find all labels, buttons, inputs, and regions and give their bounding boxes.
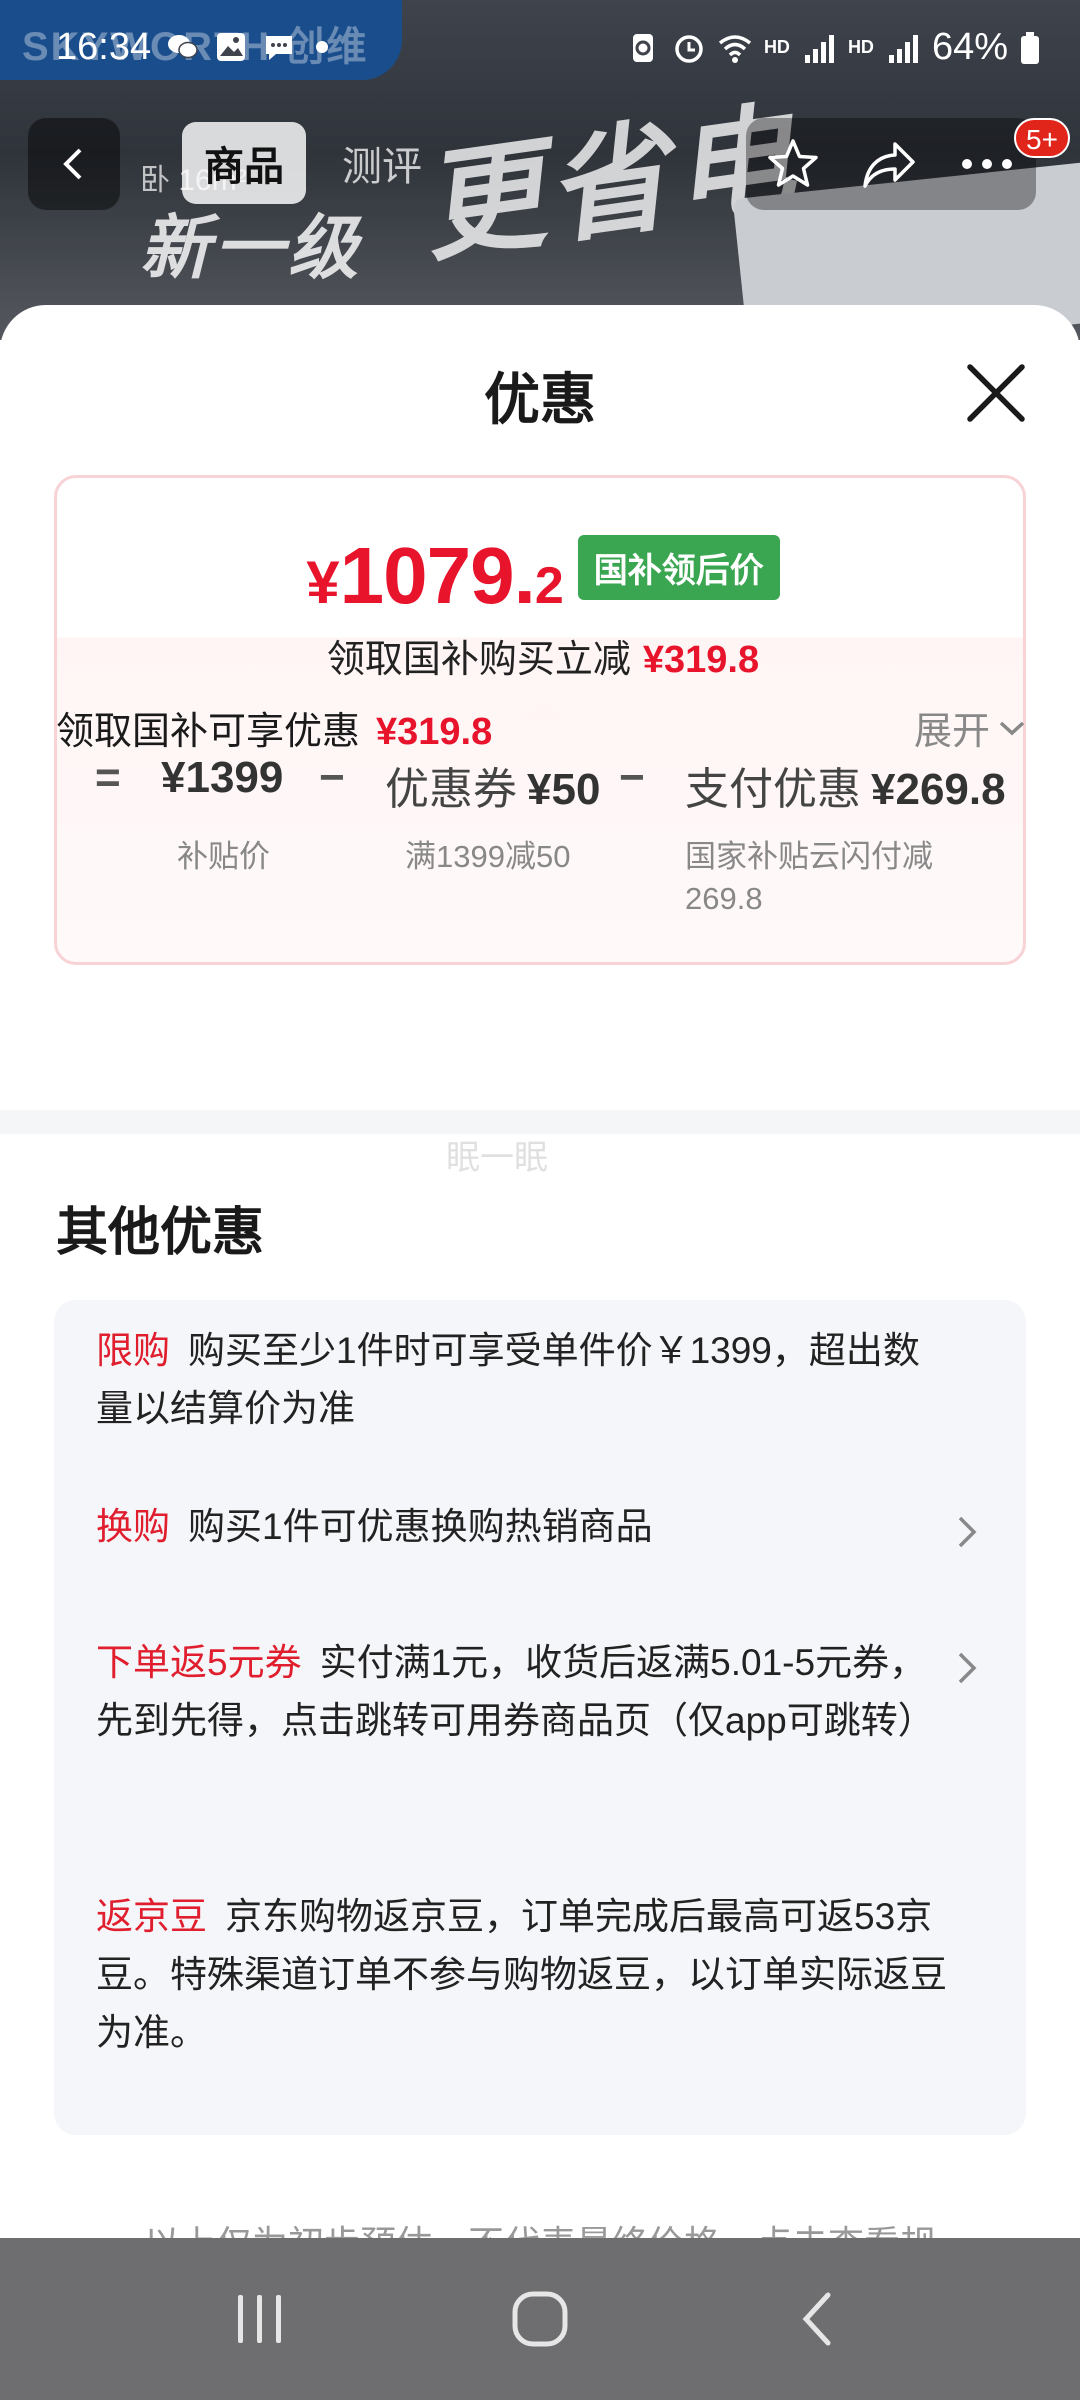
back-button[interactable] (28, 118, 120, 210)
expand-button[interactable]: 展开 (914, 700, 1026, 755)
hd-label-2: HD (847, 37, 874, 57)
share-icon[interactable] (859, 136, 919, 192)
list-item-jingdou: 返京豆 京东购物返京豆，订单完成后最高可返53京豆。特殊渠道订单不参与购物返豆，以… (96, 1888, 956, 2062)
base-price-label: 补贴价 (177, 839, 270, 874)
final-price-row: ¥1079.2 国补领后价 (57, 530, 1023, 622)
chevron-right-icon[interactable] (952, 1512, 982, 1552)
coupon-label: 优惠券 (385, 765, 517, 814)
coupon-desc: 满1399减50 (405, 839, 571, 874)
hd-label: HD (763, 37, 790, 57)
gov-subsidy-label: 领取国补可享优惠 (56, 711, 361, 753)
chevron-right-icon[interactable] (952, 1648, 982, 1688)
message-count-badge: 5+ (1014, 118, 1070, 158)
gov-subsidy-amount: ¥319.8 (376, 711, 493, 753)
gov-subsidy-row: 领取国补可享优惠 ¥319.8 展开 (56, 700, 1026, 760)
saving-amount: ¥319.8 (642, 639, 760, 681)
status-bar: 16:34 HD HD 64% (0, 0, 1080, 100)
base-price: ¥1399 (161, 753, 284, 802)
tag-jingdou: 返京豆 (96, 1896, 207, 1937)
home-icon[interactable] (510, 2289, 570, 2349)
status-time: 16:34 (56, 26, 152, 68)
alarm-icon (675, 34, 703, 63)
battery-icon (1021, 31, 1039, 64)
notification-icons (166, 30, 328, 64)
gallery-icon (217, 33, 245, 61)
coupon-amount: ¥50 (527, 765, 601, 814)
pay-discount-label: 支付优惠 (685, 765, 861, 814)
pay-discount: 支付优惠 ¥269.8 (685, 753, 1006, 817)
signal-icon (804, 34, 834, 63)
close-icon[interactable] (962, 359, 1030, 427)
equals-sign: = (95, 753, 121, 802)
banner-slogan: 新一级 (140, 209, 362, 287)
list-item-exchange[interactable]: 换购 购买1件可优惠换购热销商品 (96, 1498, 956, 1556)
expand-label: 展开 (913, 711, 990, 753)
item-text: 京东购物返京豆，订单完成后最高可返53京豆。特殊渠道订单不参与购物返豆，以订单实… (96, 1896, 947, 2053)
tab-product[interactable]: 商品 (182, 122, 306, 204)
status-right-icons: HD HD 64% (626, 26, 1040, 69)
final-price-integer: 1079. (339, 531, 536, 620)
wifi-icon (718, 34, 752, 63)
system-nav-bar (0, 2238, 1080, 2400)
signal-icon-2 (888, 34, 918, 63)
pay-discount-desc: 国家补贴云闪付减269.8 (685, 839, 933, 916)
other-discounts-title: 其他优惠 (56, 1204, 265, 1262)
list-item-limit: 限购 购买至少1件时可享受单件价￥1399，超出数量以结算价为准 (96, 1322, 956, 1438)
minus-sign-2: − (619, 753, 645, 802)
back-nav-icon[interactable] (790, 2289, 850, 2349)
recent-apps-icon[interactable] (230, 2289, 290, 2349)
recycle-icon (632, 33, 653, 62)
coupon-value: 优惠券 ¥50 (385, 753, 600, 817)
minus-sign: − (319, 753, 345, 802)
other-discounts-list: 限购 购买至少1件时可享受单件价￥1399，超出数量以结算价为准 换购 购买1件可优… (54, 1300, 1026, 2135)
final-price: ¥1079.2 (306, 530, 564, 622)
list-item-coupon-return[interactable]: 下单返5元券 实付满1元，收货后返满5.01-5元券，先到先得，点击跳转可用券商品… (96, 1634, 956, 1750)
sheet-title: 优惠 (484, 368, 596, 431)
more-notifications-dot (316, 41, 328, 53)
final-price-decimal: 2 (534, 557, 564, 615)
tag-coupon-return: 下单返5元券 (96, 1642, 302, 1683)
chevron-down-icon (999, 721, 1025, 735)
tag-exchange: 换购 (96, 1506, 170, 1547)
item-text: 购买至少1件时可享受单件价￥1399，超出数量以结算价为准 (96, 1330, 920, 1429)
discount-sheet: 优惠 ¥1079.2 国补领后价 领取国补购买立减 ¥319.8 = ¥1399 … (0, 305, 1080, 2400)
battery-percent: 64% (931, 26, 1008, 68)
item-text: 购买1件可优惠换购热销商品 (188, 1506, 653, 1547)
saving-row: 领取国补购买立减 ¥319.8 (57, 628, 1023, 683)
message-icon (266, 36, 292, 60)
tag-limit: 限购 (96, 1330, 170, 1371)
watermark: 眠一眠 (446, 1139, 548, 1177)
wechat-icon (168, 35, 198, 59)
gov-subsidy-badge: 国补领后价 (577, 535, 780, 600)
pay-discount-amount: ¥269.8 (871, 765, 1006, 814)
tab-review[interactable]: 测评 (320, 122, 444, 204)
nav-actions (746, 118, 1036, 210)
currency-symbol: ¥ (306, 549, 340, 616)
chevron-left-icon (63, 148, 82, 180)
saving-label: 领取国补购买立减 (326, 639, 631, 681)
star-icon[interactable] (765, 136, 821, 192)
more-icon[interactable] (957, 154, 1017, 174)
